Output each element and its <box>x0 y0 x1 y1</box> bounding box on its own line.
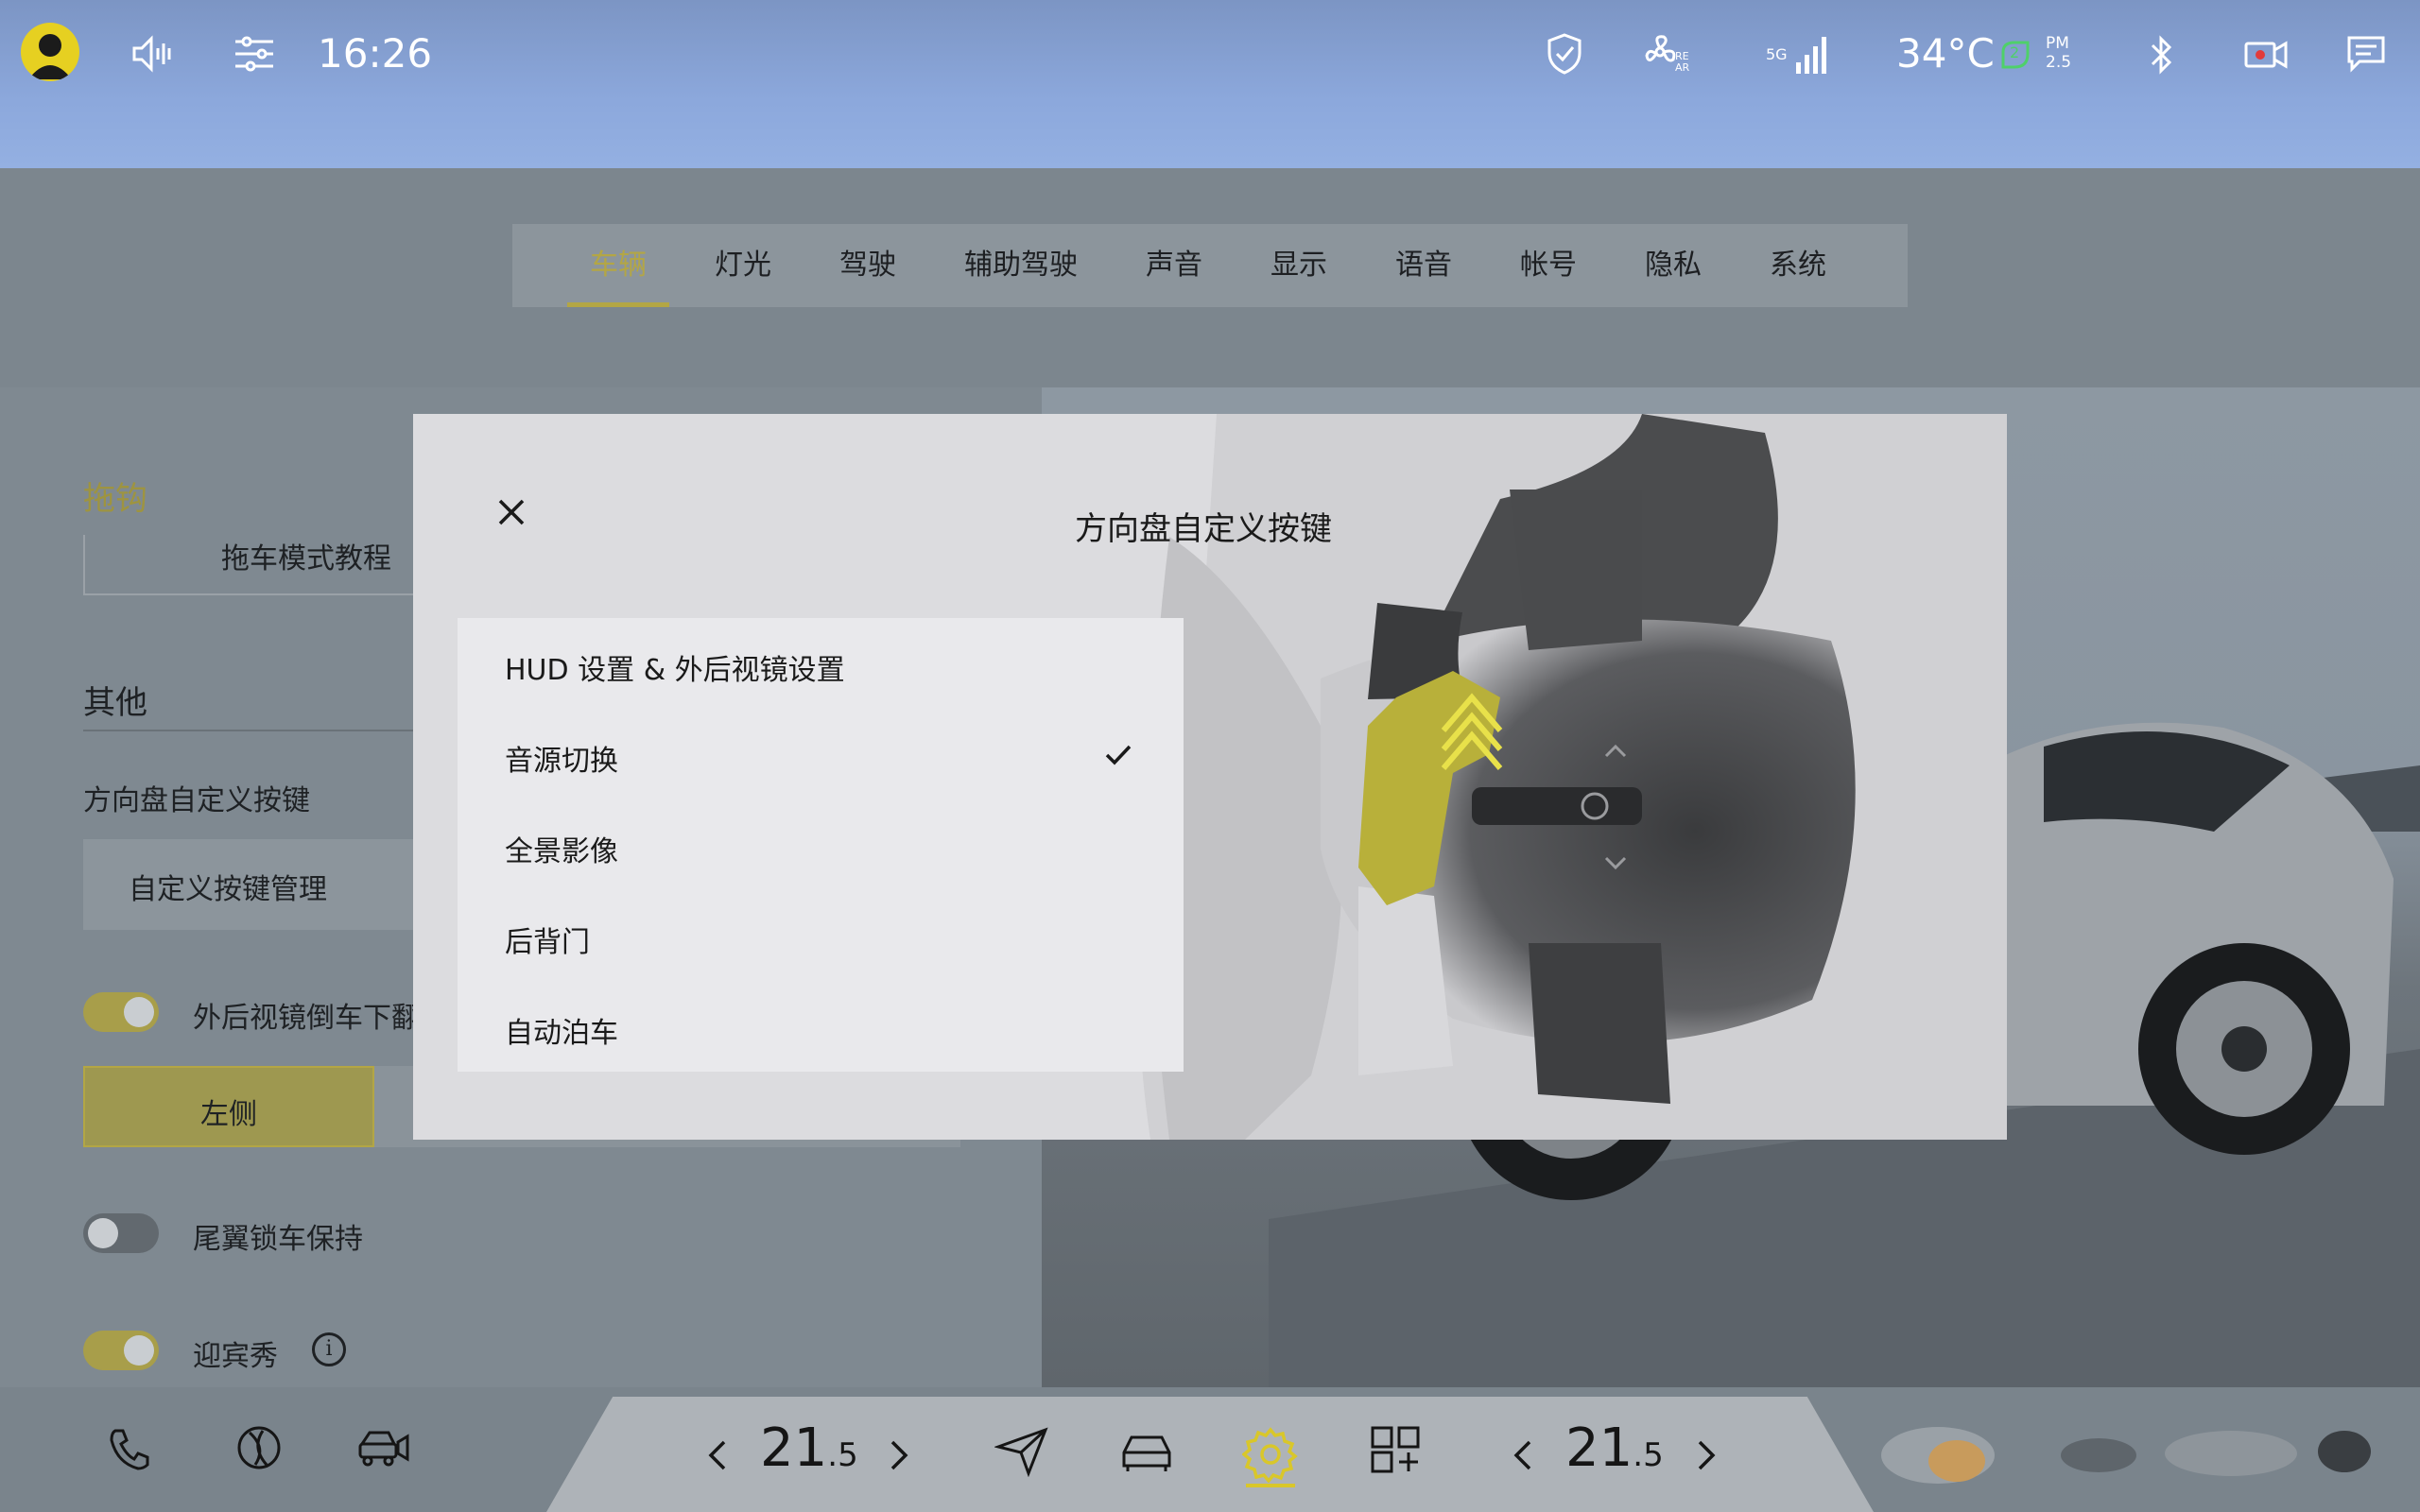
tab-display[interactable]: 显示 <box>1270 224 1327 307</box>
option-audio-source[interactable]: 音源切换 <box>505 737 618 779</box>
custom-key-mgmt-button[interactable]: 自定义按键管理 <box>83 839 424 930</box>
active-dock-indicator <box>1246 1484 1295 1487</box>
network-type: 5G <box>1766 45 1788 63</box>
bluetooth-icon[interactable] <box>2148 32 2176 77</box>
fan-icon[interactable]: RE AR <box>1641 28 1694 79</box>
tab-voice[interactable]: 语音 <box>1395 224 1452 307</box>
right-temp-main: 21 <box>1565 1418 1634 1479</box>
left-temp-decimal: .5 <box>827 1436 858 1474</box>
toggle-knob <box>124 1335 154 1366</box>
toggle-knob <box>88 1218 118 1248</box>
svg-text:AR: AR <box>1675 61 1690 74</box>
welcome-show-toggle[interactable] <box>83 1331 159 1370</box>
left-side-label: 左侧 <box>200 1098 257 1131</box>
leaf-icon: 2 <box>1996 36 2034 74</box>
mirror-reverse-label: 外后视镜倒车下翻 <box>193 1002 420 1035</box>
pm-label: PM <box>2046 34 2069 53</box>
tab-account[interactable]: 帐号 <box>1520 224 1577 307</box>
sliders-icon[interactable] <box>233 32 276 76</box>
welcome-show-label: 迎宾秀 <box>193 1340 278 1373</box>
vehicle-icon[interactable] <box>1117 1425 1176 1478</box>
dialog-title: 方向盘自定义按键 <box>1075 510 1332 548</box>
spoiler-lock-toggle[interactable] <box>83 1213 159 1253</box>
tab-driver-assist[interactable]: 辅助驾驶 <box>964 224 1078 307</box>
apps-icon[interactable] <box>1367 1423 1424 1476</box>
tab-driving[interactable]: 驾驶 <box>839 224 896 307</box>
section-divider <box>83 730 424 731</box>
left-temp-decrease-icon[interactable] <box>703 1436 732 1474</box>
tab-system[interactable]: 系统 <box>1770 224 1826 307</box>
camera-icon[interactable] <box>2242 36 2290 74</box>
right-temp-increase-icon[interactable] <box>1692 1436 1720 1474</box>
section-other-title: 其他 <box>83 684 147 722</box>
info-icon[interactable]: i <box>312 1332 346 1366</box>
steering-key-label: 方向盘自定义按键 <box>83 784 310 817</box>
pm-value: 2.5 <box>2046 53 2072 72</box>
right-temperature: 21.5 <box>1565 1418 1664 1479</box>
blurred-widget[interactable] <box>1872 1408 2401 1503</box>
pm-readout: PM 2.5 <box>2046 34 2071 72</box>
tab-sound[interactable]: 声音 <box>1146 224 1202 307</box>
option-hud-mirror[interactable]: HUD 设置 & 外后视镜设置 <box>505 646 845 688</box>
signal-icon: 5G <box>1764 32 1834 79</box>
tab-lights[interactable]: 灯光 <box>715 224 771 307</box>
shield-check-icon[interactable] <box>1541 28 1588 79</box>
volume-icon[interactable] <box>129 30 176 77</box>
status-bar: 16:26 RE AR 5G 34°C 2 PM 2.5 <box>0 0 2420 168</box>
clock: 16:26 <box>318 30 433 77</box>
option-panoramic-view[interactable]: 全景影像 <box>505 828 618 869</box>
car-camera-icon[interactable] <box>355 1423 412 1474</box>
spoiler-lock-label: 尾翼锁车保持 <box>193 1223 363 1256</box>
left-temp-main: 21 <box>760 1418 828 1479</box>
option-tailgate[interactable]: 后背门 <box>505 919 590 960</box>
mirror-reverse-toggle[interactable] <box>83 992 159 1032</box>
outside-temperature: 34°C <box>1896 30 1995 77</box>
custom-key-mgmt-label: 自定义按键管理 <box>129 873 327 906</box>
navigation-icon[interactable] <box>993 1425 1051 1478</box>
left-temperature: 21.5 <box>760 1418 858 1479</box>
settings-gear-icon[interactable] <box>1240 1419 1301 1489</box>
air-badge: 2 <box>2010 43 2020 61</box>
message-icon[interactable] <box>2344 34 2388 74</box>
option-auto-parking[interactable]: 自动泊车 <box>505 1009 618 1051</box>
toggle-knob <box>124 997 154 1027</box>
right-temp-decrease-icon[interactable] <box>1509 1436 1537 1474</box>
check-icon <box>1102 739 1134 771</box>
left-side-option[interactable]: 左侧 <box>83 1066 374 1147</box>
close-icon <box>498 499 525 525</box>
phone-icon[interactable] <box>104 1423 155 1474</box>
dock-center-panel <box>546 1397 1874 1512</box>
section-tow-title: 拖钩 <box>83 480 147 518</box>
active-tab-indicator <box>567 302 669 307</box>
tab-privacy[interactable]: 隐私 <box>1645 224 1702 307</box>
tow-tutorial-label: 拖车模式教程 <box>221 542 391 576</box>
left-temp-increase-icon[interactable] <box>885 1436 913 1474</box>
avatar[interactable] <box>21 23 79 81</box>
right-temp-decimal: .5 <box>1633 1436 1664 1474</box>
media-icon[interactable] <box>233 1421 285 1474</box>
close-button[interactable] <box>491 491 532 533</box>
tab-vehicle[interactable]: 车辆 <box>590 224 647 307</box>
